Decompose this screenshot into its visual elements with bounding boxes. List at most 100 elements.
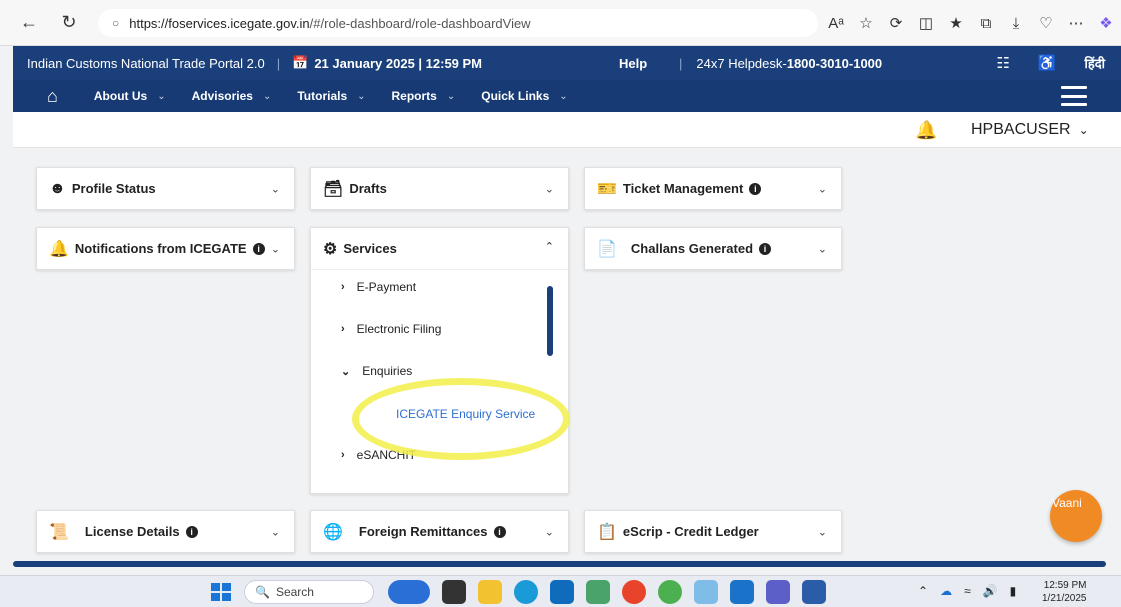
vaani-chatbot-button[interactable]: Vaani: [1050, 490, 1102, 542]
info-icon[interactable]: i: [252, 242, 265, 255]
nav-reports[interactable]: Reports ⌄: [392, 89, 456, 103]
outlook-icon[interactable]: [550, 580, 574, 604]
card-escrip-credit-ledger[interactable]: 📋 eScrip - Credit Ledger ⌄: [584, 510, 842, 553]
services-header[interactable]: ⚙ Services ⌃: [311, 228, 568, 270]
tray-expand-icon[interactable]: ⌃: [918, 584, 928, 598]
card-title: Foreign Remittances: [358, 524, 488, 539]
help-link[interactable]: Help: [619, 56, 647, 71]
portal-header: Indian Customs National Trade Portal 2.0…: [13, 46, 1121, 80]
services-scrollbar[interactable]: [547, 286, 553, 356]
chevron-down-icon: ⌄: [544, 183, 554, 195]
info-icon[interactable]: i: [493, 525, 506, 538]
helpdesk-info: | 24x7 Helpdesk-1800-3010-1000: [679, 55, 883, 71]
card-drafts[interactable]: 🗃 Drafts ⌄: [310, 167, 569, 210]
card-title: License Details: [84, 524, 180, 539]
info-icon[interactable]: i: [185, 525, 198, 538]
browser-actions: Aᵃ ☆ ⟳ ◫ ★ ⧉ ⤓ ♡ ⋯ ❖: [821, 0, 1121, 46]
wifi-icon[interactable]: ≈: [964, 584, 971, 598]
drafts-icon: 🗃: [323, 180, 344, 198]
helpdesk-prefix: 24x7 Helpdesk-: [696, 55, 787, 71]
card-profile-status[interactable]: ☻ Profile Status ⌄: [36, 167, 295, 210]
chrome-icon[interactable]: [658, 580, 682, 604]
card-notifications[interactable]: 🔔 Notifications from ICEGATE i ⌄: [36, 227, 295, 270]
card-title: Ticket Management: [622, 181, 744, 196]
service-electronic-filing[interactable]: › Electronic Filing: [341, 322, 441, 336]
file-explorer-icon[interactable]: [478, 580, 502, 604]
card-foreign-remittances[interactable]: 🌐 Foreign Remittances i ⌄: [310, 510, 569, 553]
address-bar[interactable]: ○ https://foservices.icegate.gov.in/#/ro…: [98, 9, 818, 37]
nav-about-us[interactable]: About Us ⌄: [94, 89, 166, 103]
favorites-list-icon[interactable]: ★: [941, 14, 971, 32]
copilot-icon[interactable]: ❖: [1091, 14, 1121, 32]
windows-start-icon[interactable]: [211, 583, 231, 601]
more-options-icon[interactable]: ⋯: [1061, 14, 1091, 32]
opera-icon[interactable]: [622, 580, 646, 604]
language-toggle[interactable]: हिंदी: [1084, 54, 1105, 72]
refresh-icon[interactable]: ↻: [58, 12, 80, 34]
back-icon[interactable]: ←: [18, 12, 40, 34]
chevron-down-icon: ⌄: [270, 243, 280, 255]
info-icon[interactable]: i: [759, 242, 772, 255]
divider: |: [276, 55, 281, 71]
taskbar-search[interactable]: 🔍 Search: [244, 580, 374, 604]
chevron-down-icon: ⌄: [559, 90, 568, 102]
onedrive-icon[interactable]: ☁: [940, 584, 952, 598]
bell-icon: 🔔: [49, 240, 69, 258]
chevron-down-icon: ⌄: [446, 90, 456, 102]
taskbar-clock[interactable]: 12:59 PM 1/21/2025: [1042, 579, 1087, 605]
clock-date: 1/21/2025: [1042, 593, 1087, 604]
current-date: 📅 21 January 2025 | 12:59 PM: [292, 55, 482, 71]
service-enquiries[interactable]: ⌄ Enquiries: [341, 364, 412, 378]
card-title: Challans Generated: [630, 241, 754, 256]
url-host: https://foservices.icegate.gov.in: [129, 15, 310, 31]
split-screen-icon[interactable]: ◫: [911, 14, 941, 32]
info-icon[interactable]: i: [749, 182, 762, 195]
accessibility-icon[interactable]: ♿: [1038, 54, 1057, 72]
read-aloud-icon[interactable]: Aᵃ: [821, 15, 851, 32]
sitemap-icon[interactable]: ☷: [996, 54, 1009, 72]
chevron-down-icon: ⌄: [817, 243, 827, 255]
search-label: Search: [275, 585, 314, 599]
horizontal-scrollbar[interactable]: [13, 561, 1106, 567]
battery-icon[interactable]: ▮: [1010, 584, 1017, 598]
download-icon[interactable]: ⤓: [1001, 15, 1031, 32]
sheets-icon[interactable]: [586, 580, 610, 604]
nav-quick-links[interactable]: Quick Links ⌄: [481, 89, 567, 103]
chevron-down-icon: ⌄: [262, 90, 272, 102]
nav-advisories[interactable]: Advisories ⌄: [192, 89, 272, 103]
ticket-icon: 🎫: [597, 180, 617, 198]
paint-icon[interactable]: [694, 580, 718, 604]
search-icon: 🔍: [255, 585, 270, 599]
calendar-icon: 📅: [292, 55, 309, 70]
chevron-right-icon: ›: [341, 323, 345, 335]
favorite-icon[interactable]: ☆: [851, 14, 881, 32]
site-info-icon[interactable]: ○: [112, 16, 119, 30]
user-menu[interactable]: HPBACUSER ⌄: [971, 121, 1089, 139]
card-license-details[interactable]: 📜 License Details i ⌄: [36, 510, 295, 553]
nav-tutorials[interactable]: Tutorials ⌄: [297, 89, 365, 103]
chevron-down-icon: ⌄: [270, 526, 280, 538]
teams-icon[interactable]: [766, 580, 790, 604]
notification-bell-icon[interactable]: 🔔: [915, 120, 937, 141]
home-icon[interactable]: ⌂: [47, 86, 58, 107]
extensions-icon[interactable]: ⟳: [881, 14, 911, 32]
vscode-icon[interactable]: [730, 580, 754, 604]
collections-icon[interactable]: ⧉: [971, 15, 1001, 32]
intex-app-icon[interactable]: [388, 580, 430, 604]
chevron-down-icon: ⌄: [270, 183, 280, 195]
service-e-payment[interactable]: › E-Payment: [341, 280, 416, 294]
card-ticket-management[interactable]: 🎫 Ticket Management i ⌄: [584, 167, 842, 210]
main-nav: ⌂ About Us ⌄ Advisories ⌄ Tutorials ⌄ Repor…: [13, 80, 1121, 112]
heart-icon[interactable]: ♡: [1031, 14, 1061, 32]
url-path: /#/role-dashboard/role-dashboardView: [309, 15, 531, 31]
card-title: Drafts: [349, 181, 387, 196]
volume-icon[interactable]: 🔊: [983, 584, 998, 598]
chevron-down-icon: ⌄: [157, 90, 166, 102]
card-challans-generated[interactable]: 📄 Challans Generated i ⌄: [584, 227, 842, 270]
word-icon[interactable]: [802, 580, 826, 604]
task-view-icon[interactable]: [442, 580, 466, 604]
hamburger-menu-icon[interactable]: [1061, 86, 1087, 106]
chevron-down-icon: ⌄: [817, 183, 827, 195]
chevron-right-icon: ›: [341, 449, 345, 461]
edge-browser-icon[interactable]: [514, 580, 538, 604]
